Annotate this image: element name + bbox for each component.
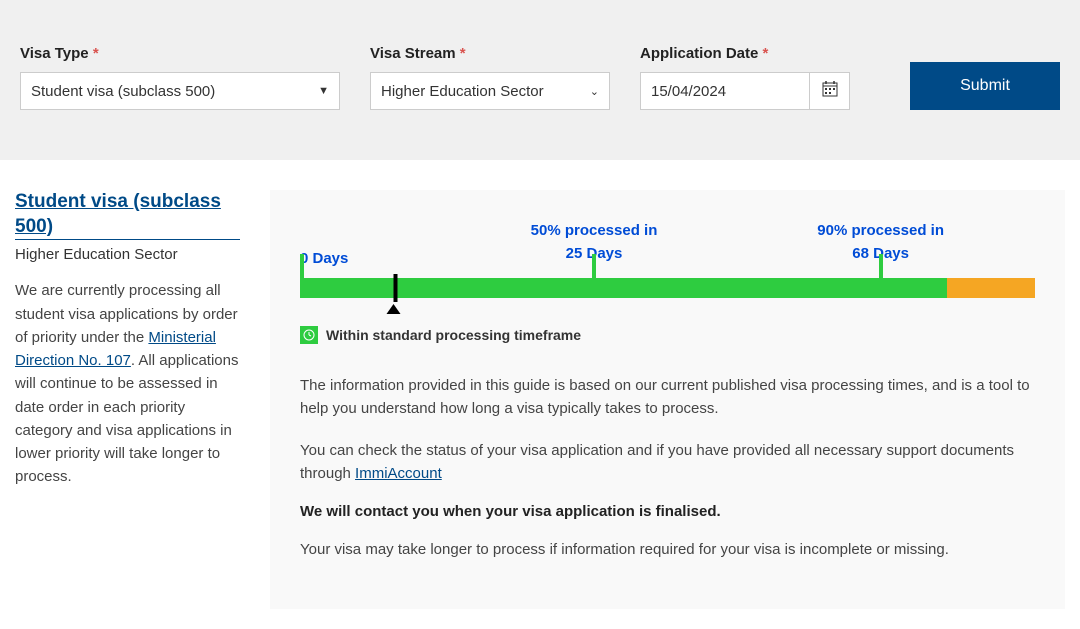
info-paragraph-3: We will contact you when your visa appli… [300, 503, 1035, 520]
visa-type-select[interactable]: Student visa (subclass 500) ▼ [20, 72, 340, 110]
visa-stream-value: Higher Education Sector [381, 83, 544, 100]
clock-icon [300, 326, 318, 344]
sidebar: Student visa (subclass 500) Higher Educa… [15, 190, 240, 609]
visa-type-group: Visa Type * Student visa (subclass 500) … [20, 45, 340, 110]
timeline-labels: 0 Days 50% processed in 25 Days 90% proc… [300, 220, 1035, 270]
filter-form: Visa Type * Student visa (subclass 500) … [0, 0, 1080, 160]
calendar-icon [822, 81, 838, 101]
submit-button[interactable]: Submit [910, 62, 1060, 110]
visa-stream-label: Visa Stream * [370, 45, 610, 62]
current-position-marker [391, 274, 400, 314]
visa-stream-select[interactable]: Higher Education Sector ⌄ [370, 72, 610, 110]
caret-down-icon: ▼ [318, 85, 329, 97]
visa-type-label: Visa Type * [20, 45, 340, 62]
visa-type-value: Student visa (subclass 500) [31, 83, 215, 100]
visa-title-link[interactable]: Student visa (subclass 500) [15, 190, 240, 240]
info-paragraph-4: Your visa may take longer to process if … [300, 538, 1035, 561]
visa-stream-group: Visa Stream * Higher Education Sector ⌄ [370, 45, 610, 110]
application-date-label: Application Date * [640, 45, 850, 62]
info-paragraph-1: The information provided in this guide i… [300, 374, 1035, 421]
application-date-group: Application Date * 15/04/2024 [640, 45, 850, 110]
immiaccount-link[interactable]: ImmiAccount [355, 465, 442, 482]
stream-subtitle: Higher Education Sector [15, 246, 240, 263]
application-date-input[interactable]: 15/04/2024 [640, 72, 810, 110]
calendar-button[interactable] [810, 72, 850, 110]
sidebar-description: We are currently processing all student … [15, 279, 240, 488]
info-paragraph-2: You can check the status of your visa ap… [300, 439, 1035, 486]
chevron-down-icon: ⌄ [590, 85, 599, 98]
results-section: Student visa (subclass 500) Higher Educa… [0, 160, 1080, 629]
timeline-start-label: 0 Days [300, 248, 348, 271]
status-text: Within standard processing timeframe [326, 327, 581, 343]
processing-panel: 0 Days 50% processed in 25 Days 90% proc… [270, 190, 1065, 609]
status-row: Within standard processing timeframe [300, 326, 1035, 344]
timeline-bar [300, 278, 1035, 298]
bar-orange-segment [947, 278, 1035, 298]
